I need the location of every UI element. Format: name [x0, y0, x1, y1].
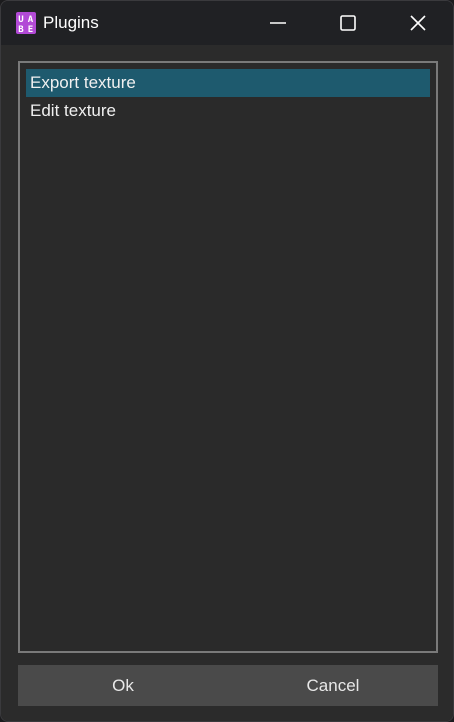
svg-text:E: E: [28, 25, 33, 34]
svg-text:A: A: [28, 15, 34, 25]
cancel-button[interactable]: Cancel: [228, 665, 438, 706]
window-title: Plugins: [43, 13, 99, 32]
plugins-dialog: U A B E Plugins Export texture Edit text: [0, 0, 454, 722]
svg-text:B: B: [18, 25, 24, 34]
svg-text:U: U: [18, 15, 23, 25]
minimize-button[interactable]: [243, 1, 313, 45]
ok-button[interactable]: Ok: [18, 665, 228, 706]
list-item-export-texture[interactable]: Export texture: [26, 69, 430, 97]
minimize-icon: [270, 22, 286, 24]
maximize-icon: [340, 15, 356, 31]
dialog-content: Export texture Edit texture Ok Cancel: [1, 45, 453, 721]
list-item-edit-texture[interactable]: Edit texture: [26, 97, 430, 125]
button-bar: Ok Cancel: [18, 665, 438, 706]
maximize-button[interactable]: [313, 1, 383, 45]
uabe-icon: U A B E: [16, 12, 36, 34]
plugins-list[interactable]: Export texture Edit texture: [18, 61, 438, 653]
title-bar[interactable]: U A B E Plugins: [1, 1, 453, 45]
close-icon: [410, 15, 426, 31]
close-button[interactable]: [383, 1, 453, 45]
